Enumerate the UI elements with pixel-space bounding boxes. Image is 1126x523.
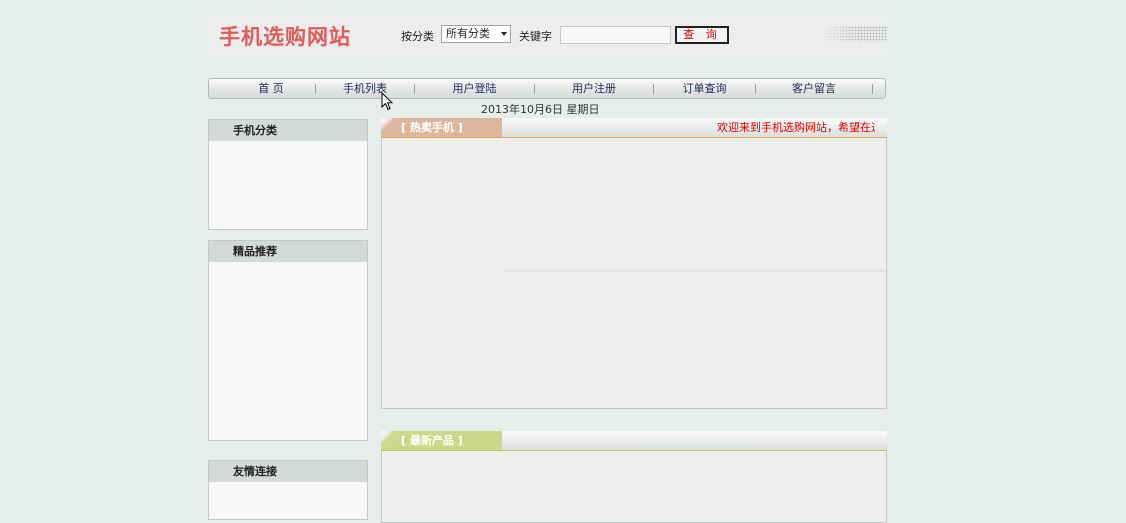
new-products-tab: [ 最新产品 ] — [381, 431, 502, 450]
page: 手机选购网站 按分类 所有分类 关键字 查 询 首 页 手机列表 用户登陆 用户… — [207, 0, 887, 523]
hot-phones-title: [ 热卖手机 ] — [401, 121, 463, 134]
sidebar-featured-box: 精品推荐 — [208, 240, 368, 441]
content-divider — [503, 269, 885, 272]
header-dot-pattern — [821, 26, 887, 42]
site-header: 手机选购网站 按分类 所有分类 关键字 查 询 — [207, 11, 887, 57]
keyword-input[interactable] — [560, 26, 671, 44]
dropdown-arrow-icon — [501, 32, 507, 36]
nav-item-phone-list[interactable]: 手机列表 — [316, 79, 414, 98]
sidebar-links-title: 友情连接 — [209, 461, 367, 482]
sidebar-category-box: 手机分类 — [208, 119, 368, 230]
hot-phones-panel: [ 热卖手机 ] 欢迎来到手机选购网站，希望在这 — [381, 118, 887, 409]
category-selected-value: 所有分类 — [446, 27, 490, 40]
sidebar-category-title: 手机分类 — [209, 120, 367, 141]
nav-item-home[interactable]: 首 页 — [227, 79, 315, 98]
nav-item-guestbook[interactable]: 客户留言 — [756, 79, 872, 98]
nav-item-login[interactable]: 用户登陆 — [415, 79, 534, 98]
new-products-bar: [ 最新产品 ] — [381, 431, 887, 451]
sidebar-links-box: 友情连接 — [208, 460, 368, 520]
new-products-content — [381, 451, 887, 523]
keyword-label: 关键字 — [519, 30, 552, 43]
tab-corner-decoration — [381, 431, 393, 443]
welcome-marquee: 欢迎来到手机选购网站，希望在这 — [717, 121, 875, 134]
current-date: 2013年10月6日 星期日 — [481, 103, 600, 116]
search-button[interactable]: 查 询 — [675, 26, 729, 44]
new-products-title: [ 最新产品 ] — [401, 434, 463, 447]
hot-phones-tab: [ 热卖手机 ] — [381, 118, 502, 137]
nav-item-register[interactable]: 用户注册 — [535, 79, 653, 98]
category-label: 按分类 — [401, 30, 434, 43]
hot-phones-bar: [ 热卖手机 ] 欢迎来到手机选购网站，希望在这 — [381, 118, 887, 138]
mouse-pointer-icon — [381, 92, 393, 111]
hot-phones-content — [381, 138, 887, 409]
main-nav: 首 页 手机列表 用户登陆 用户注册 订单查询 客户留言 — [208, 78, 886, 99]
category-select[interactable]: 所有分类 — [441, 25, 511, 43]
site-title[interactable]: 手机选购网站 — [219, 21, 351, 51]
new-products-panel: [ 最新产品 ] — [381, 431, 887, 523]
sidebar-featured-title: 精品推荐 — [209, 241, 367, 262]
tab-corner-decoration — [381, 118, 393, 130]
nav-item-order-query[interactable]: 订单查询 — [654, 79, 755, 98]
nav-separator — [872, 84, 873, 94]
